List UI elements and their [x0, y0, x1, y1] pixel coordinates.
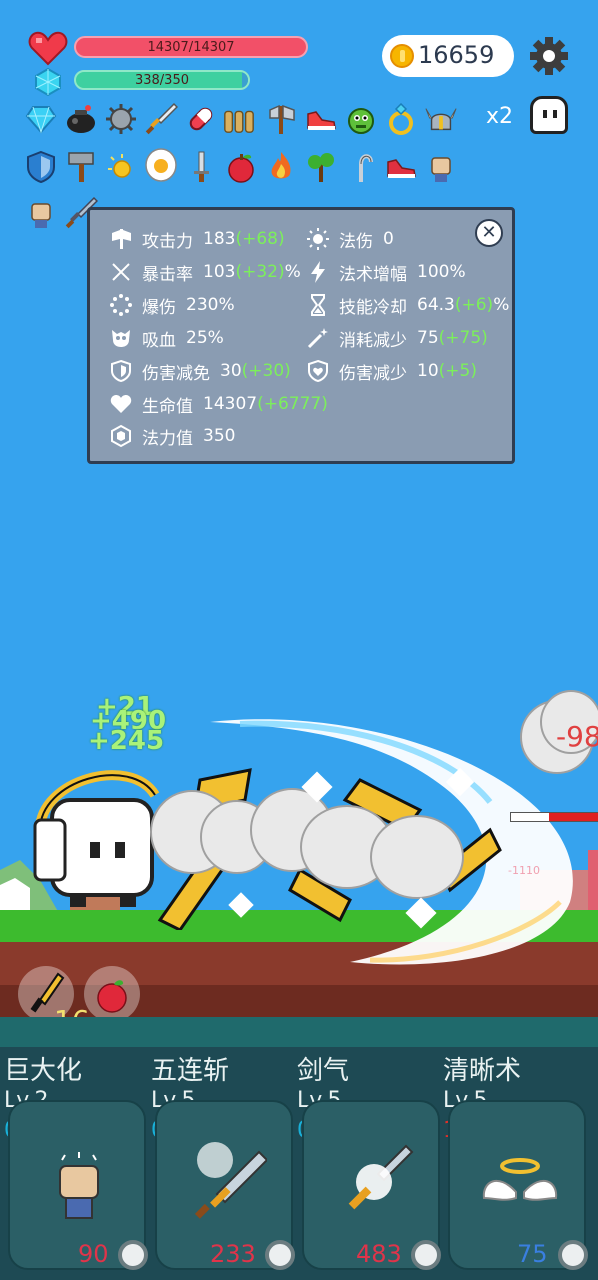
sword-icon	[194, 1142, 267, 1219]
mp-bar: 338/350	[74, 70, 250, 90]
skill-cost: 90	[78, 1240, 109, 1268]
speed-multiplier[interactable]: x2	[486, 104, 513, 129]
sun-icon	[305, 226, 331, 252]
shield-icon	[108, 358, 134, 384]
angel-wings-icon	[482, 1158, 558, 1201]
stat-magic-damage: 法伤 0	[305, 224, 394, 254]
sword-icon[interactable]	[144, 102, 178, 136]
ghost-menu-icon[interactable]	[530, 96, 568, 134]
viking-helmet-icon[interactable]	[424, 102, 458, 136]
axe-icon[interactable]	[264, 102, 298, 136]
bomb-pot-icon[interactable]	[64, 102, 98, 136]
vampire-skull-icon	[108, 325, 134, 351]
skill-name: 巨大化	[4, 1056, 83, 1086]
spiked-ball-icon[interactable]	[104, 102, 138, 136]
settings-gear-icon[interactable]	[528, 35, 570, 77]
stat-mana: 法力值 350	[108, 421, 235, 451]
heart-shield-icon	[305, 358, 331, 384]
apple-icon[interactable]	[224, 150, 258, 184]
bullets-icon[interactable]	[222, 102, 256, 136]
stat-spell-amp: 法术增幅 100%	[305, 257, 466, 287]
close-panel-button[interactable]: ✕	[475, 219, 503, 247]
skill-name: 五连斩	[151, 1056, 230, 1086]
cooldown-gear-icon	[411, 1240, 441, 1270]
coin-counter: 16659	[382, 35, 514, 77]
mp-text: 338/350	[134, 73, 189, 88]
axe-icon	[108, 226, 134, 252]
quick-slot-apple[interactable]	[84, 966, 140, 1022]
stat-crit-rate: 暴击率 103 (+32) %	[108, 257, 301, 287]
hp-text: 14307/14307	[147, 40, 235, 55]
lightning-icon	[305, 259, 331, 285]
stat-damage-reduction: 伤害减少 10 (+5)	[305, 356, 477, 386]
magic-wand-icon	[305, 325, 331, 351]
flame-icon[interactable]	[264, 150, 298, 184]
crystal-icon	[108, 423, 134, 449]
enemy-character	[588, 850, 598, 910]
stat-lifesteal: 吸血 25%	[108, 323, 224, 353]
crossed-swords-icon	[108, 259, 134, 285]
stat-cost-reduction: 消耗减少 75 (+75)	[305, 323, 488, 353]
stat-damage-immunity: 伤害减免 30 (+30)	[108, 356, 291, 386]
enemy-hp-bar	[510, 812, 598, 822]
dagger-icon[interactable]	[184, 150, 218, 184]
pill-icon[interactable]	[184, 102, 218, 136]
skill-cost: 75	[517, 1240, 548, 1268]
hp-bar: 14307/14307	[74, 36, 308, 58]
glowing-sword-icon	[348, 1144, 414, 1210]
coin-icon	[390, 44, 414, 68]
stat-attack: 攻击力 183 (+68)	[108, 224, 285, 254]
skill-cost: 233	[210, 1240, 256, 1268]
cooldown-gear-icon	[118, 1240, 148, 1270]
stat-cooldown: 技能冷却 64.3 (+6) %	[305, 290, 509, 320]
hero-character	[30, 760, 160, 910]
shield-icon[interactable]	[24, 150, 58, 184]
heart-icon	[108, 391, 134, 417]
hook-icon[interactable]	[344, 150, 378, 184]
burst-icon	[108, 292, 134, 318]
fist-icon[interactable]	[424, 150, 458, 184]
red-sneaker-icon[interactable]	[384, 150, 418, 184]
skill-name: 清晰术	[443, 1056, 522, 1086]
cooldown-gear-icon	[265, 1240, 295, 1270]
stat-crit-damage: 爆伤 230%	[108, 290, 235, 320]
ring-icon[interactable]	[384, 102, 418, 136]
sneaker-icon[interactable]	[304, 102, 338, 136]
stat-hp: 生命值 14307 (+6777)	[108, 389, 328, 419]
skill-cost: 483	[356, 1240, 402, 1268]
sun-orb-icon[interactable]	[104, 150, 138, 184]
fist-icon[interactable]	[24, 196, 58, 230]
sapling-icon[interactable]	[304, 150, 338, 184]
enemy-damage-number: -98	[556, 720, 598, 753]
egg-icon[interactable]	[144, 148, 178, 182]
hammer-icon[interactable]	[64, 150, 98, 184]
hourglass-icon	[305, 292, 331, 318]
coin-amount: 16659	[418, 41, 495, 69]
smoke-cloud	[370, 815, 464, 899]
diamond-icon[interactable]	[24, 102, 58, 136]
mana-crystal-icon	[34, 67, 62, 97]
skill-name: 剑气	[297, 1056, 350, 1086]
small-damage-number: -1110	[508, 864, 540, 877]
goblin-icon[interactable]	[344, 102, 378, 136]
cooldown-gear-icon	[558, 1240, 588, 1270]
fist-icon	[59, 1152, 99, 1219]
heart-icon	[28, 30, 68, 66]
